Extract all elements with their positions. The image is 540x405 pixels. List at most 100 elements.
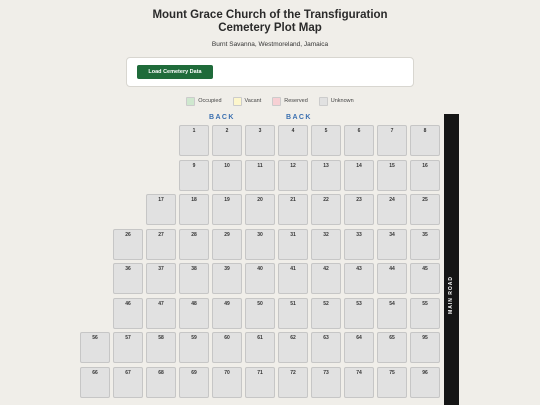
plot-52[interactable]: 52 (311, 297, 341, 329)
plot-48[interactable]: 48 (179, 297, 209, 329)
back-label: BACK (209, 114, 235, 121)
back-label: BACK (286, 114, 312, 121)
unknown-swatch (318, 96, 328, 106)
plot-51[interactable]: 51 (278, 297, 308, 329)
main-road: MAIN ROAD (444, 114, 459, 405)
plot-35[interactable]: 35 (410, 228, 440, 260)
plot-15[interactable]: 15 (377, 159, 407, 191)
plot-49[interactable]: 49 (212, 297, 242, 329)
plot-24[interactable]: 24 (377, 194, 407, 225)
plot-66[interactable]: 66 (80, 366, 110, 398)
plot-54[interactable]: 54 (377, 297, 407, 329)
plot-7[interactable]: 7 (377, 125, 407, 156)
plot-60[interactable]: 60 (212, 332, 242, 363)
plot-63[interactable]: 63 (311, 332, 341, 363)
plot-30[interactable]: 30 (245, 228, 275, 260)
plot-36[interactable]: 36 (113, 263, 143, 294)
plot-5[interactable]: 5 (311, 125, 341, 156)
plot-43[interactable]: 43 (344, 263, 374, 294)
legend-item-occupied: Occupied (186, 96, 222, 106)
plot-11[interactable]: 11 (245, 159, 275, 191)
plot-71[interactable]: 71 (245, 366, 275, 398)
plot-95[interactable]: 95 (410, 332, 440, 363)
controls-panel: Load Cemetery Data (126, 57, 414, 87)
load-cemetery-data-button[interactable]: Load Cemetery Data (137, 65, 213, 79)
vacant-swatch (232, 96, 242, 106)
plot-38[interactable]: 38 (179, 263, 209, 294)
plot-40[interactable]: 40 (245, 263, 275, 294)
plot-96[interactable]: 96 (410, 366, 440, 398)
plot-37[interactable]: 37 (146, 263, 176, 294)
legend-label: Vacant (244, 98, 262, 104)
plot-3[interactable]: 3 (245, 125, 275, 156)
plot-6[interactable]: 6 (344, 125, 374, 156)
plot-14[interactable]: 14 (344, 159, 374, 191)
plot-20[interactable]: 20 (245, 194, 275, 225)
legend-label: Reserved (284, 98, 308, 104)
plot-75[interactable]: 75 (377, 366, 407, 398)
title-line-1: Mount Grace Church of the Transfiguratio… (152, 9, 388, 21)
plot-57[interactable]: 57 (113, 332, 143, 363)
plot-22[interactable]: 22 (311, 194, 341, 225)
plot-41[interactable]: 41 (278, 263, 308, 294)
plot-19[interactable]: 19 (212, 194, 242, 225)
plot-58[interactable]: 58 (146, 332, 176, 363)
plot-47[interactable]: 47 (146, 297, 176, 329)
plot-10[interactable]: 10 (212, 159, 242, 191)
plot-72[interactable]: 72 (278, 366, 308, 398)
plot-61[interactable]: 61 (245, 332, 275, 363)
plot-28[interactable]: 28 (179, 228, 209, 260)
plot-32[interactable]: 32 (311, 228, 341, 260)
plot-31[interactable]: 31 (278, 228, 308, 260)
plot-12[interactable]: 12 (278, 159, 308, 191)
legend: Occupied Vacant Reserved Unknown (0, 96, 540, 106)
reserved-swatch (272, 96, 282, 106)
plot-73[interactable]: 73 (311, 366, 341, 398)
plot-53[interactable]: 53 (344, 297, 374, 329)
plot-59[interactable]: 59 (179, 332, 209, 363)
plot-23[interactable]: 23 (344, 194, 374, 225)
legend-item-reserved: Reserved (272, 96, 308, 106)
main-road-label: MAIN ROAD (448, 276, 454, 314)
page-subtitle: Burnt Savanna, Westmoreland, Jamaica (211, 41, 329, 48)
plot-68[interactable]: 68 (146, 366, 176, 398)
plot-18[interactable]: 18 (179, 194, 209, 225)
plot-9[interactable]: 9 (179, 159, 209, 191)
plot-45[interactable]: 45 (410, 263, 440, 294)
plot-33[interactable]: 33 (344, 228, 374, 260)
legend-label: Occupied (198, 98, 222, 104)
plot-17[interactable]: 17 (146, 194, 176, 225)
plot-56[interactable]: 56 (80, 332, 110, 363)
legend-label: Unknown (330, 98, 354, 104)
plot-4[interactable]: 4 (278, 125, 308, 156)
plot-46[interactable]: 46 (113, 297, 143, 329)
plot-62[interactable]: 62 (278, 332, 308, 363)
plot-70[interactable]: 70 (212, 366, 242, 398)
plot-44[interactable]: 44 (377, 263, 407, 294)
plot-34[interactable]: 34 (377, 228, 407, 260)
page-title: Mount Grace Church of the Transfiguratio… (0, 9, 540, 35)
plot-55[interactable]: 55 (410, 297, 440, 329)
plot-39[interactable]: 39 (212, 263, 242, 294)
plot-64[interactable]: 64 (344, 332, 374, 363)
plot-50[interactable]: 50 (245, 297, 275, 329)
legend-item-unknown: Unknown (318, 96, 354, 106)
plot-29[interactable]: 29 (212, 228, 242, 260)
plot-69[interactable]: 69 (179, 366, 209, 398)
plot-8[interactable]: 8 (410, 125, 440, 156)
plot-21[interactable]: 21 (278, 194, 308, 225)
plot-25[interactable]: 25 (410, 194, 440, 225)
legend-item-vacant: Vacant (232, 96, 262, 106)
plot-1[interactable]: 1 (179, 125, 209, 156)
plot-2[interactable]: 2 (212, 125, 242, 156)
plot-74[interactable]: 74 (344, 366, 374, 398)
plot-16[interactable]: 16 (410, 159, 440, 191)
plot-26[interactable]: 26 (113, 228, 143, 260)
occupied-swatch (186, 96, 196, 106)
plot-65[interactable]: 65 (377, 332, 407, 363)
plot-13[interactable]: 13 (311, 159, 341, 191)
plot-27[interactable]: 27 (146, 228, 176, 260)
title-line-2: Cemetery Plot Map (218, 22, 322, 34)
plot-42[interactable]: 42 (311, 263, 341, 294)
plot-67[interactable]: 67 (113, 366, 143, 398)
